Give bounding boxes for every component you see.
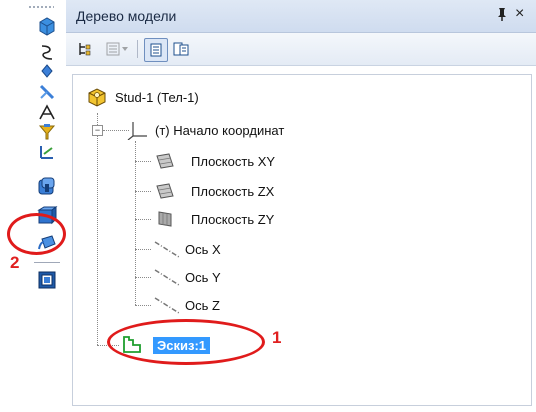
plane-icon [156, 153, 174, 169]
chevron-down-icon [122, 47, 128, 51]
tree-root[interactable]: Stud-1 (Тел-1) [87, 87, 199, 107]
tree-item-label: Ось X [185, 241, 221, 257]
tree-item-axis-z[interactable]: Ось Z [153, 295, 220, 315]
annotation-label-one: 1 [272, 328, 282, 347]
tree-structure-icon[interactable] [74, 38, 96, 60]
frame-icon[interactable] [34, 268, 60, 292]
annotation-ring-one [107, 319, 265, 365]
axis-icon [154, 241, 180, 258]
plane-icon [156, 183, 174, 199]
collapse-toggle[interactable]: − [92, 125, 103, 136]
list-view-dropdown[interactable] [102, 38, 132, 60]
tree-item-label: Плоскость ZY [191, 211, 275, 227]
tree-root-label: Stud-1 (Тел-1) [115, 89, 199, 105]
axis-icon [154, 297, 180, 314]
tree-item-label: Ось Y [185, 269, 221, 285]
tree-item-plane-zy[interactable]: Плоскость ZY [153, 209, 274, 229]
extrude-icon[interactable] [34, 174, 60, 198]
tree-item-axis-x[interactable]: Ось X [153, 239, 221, 259]
orient-icon[interactable] [34, 14, 60, 38]
tree-item-label: Плоскость ZX [191, 183, 275, 199]
origin-icon [127, 122, 147, 140]
tree-line [135, 141, 137, 305]
tree-line [135, 191, 151, 193]
tree-line [135, 249, 151, 251]
tree-line [135, 219, 151, 221]
tree-item-plane-xy[interactable]: Плоскость XY [153, 151, 275, 171]
tree-item-label: Ось Z [185, 297, 220, 313]
model-tree-panel: Дерево модели × Stud-1 (Тел-1) − (т) Нач… [66, 0, 536, 412]
toolbar-separator [34, 262, 60, 263]
plane-icon [158, 211, 172, 227]
toolbar-grip[interactable] [28, 5, 54, 9]
tree-item-origin-label: (т) Начало координат [155, 122, 285, 138]
toolbar-separator [137, 40, 138, 58]
tree-line [135, 161, 151, 163]
tree-line [135, 305, 151, 307]
panel-toolbar [66, 33, 536, 66]
measure-icon[interactable] [34, 140, 60, 164]
panel-title: Дерево модели [76, 8, 177, 24]
tree-line [135, 277, 151, 279]
pin-icon[interactable] [496, 7, 508, 24]
annotation-ring-two [7, 213, 66, 255]
tree-item-plane-zx[interactable]: Плоскость ZX [153, 181, 274, 201]
annotation-label-two: 2 [10, 253, 20, 272]
split-view-icon[interactable] [170, 38, 192, 60]
tree-line [103, 130, 129, 132]
part-icon [88, 88, 106, 107]
tree-item-origin[interactable]: (т) Начало координат [127, 120, 284, 140]
tree-item-axis-y[interactable]: Ось Y [153, 267, 221, 287]
panel-title-bar[interactable]: Дерево модели × [66, 0, 536, 33]
close-icon[interactable]: × [515, 5, 524, 23]
axis-icon [154, 269, 180, 286]
left-toolbar: 2 [0, 0, 66, 412]
tree-line [97, 113, 99, 345]
tree-item-label: Плоскость XY [191, 153, 276, 169]
document-view-icon[interactable] [144, 38, 168, 62]
